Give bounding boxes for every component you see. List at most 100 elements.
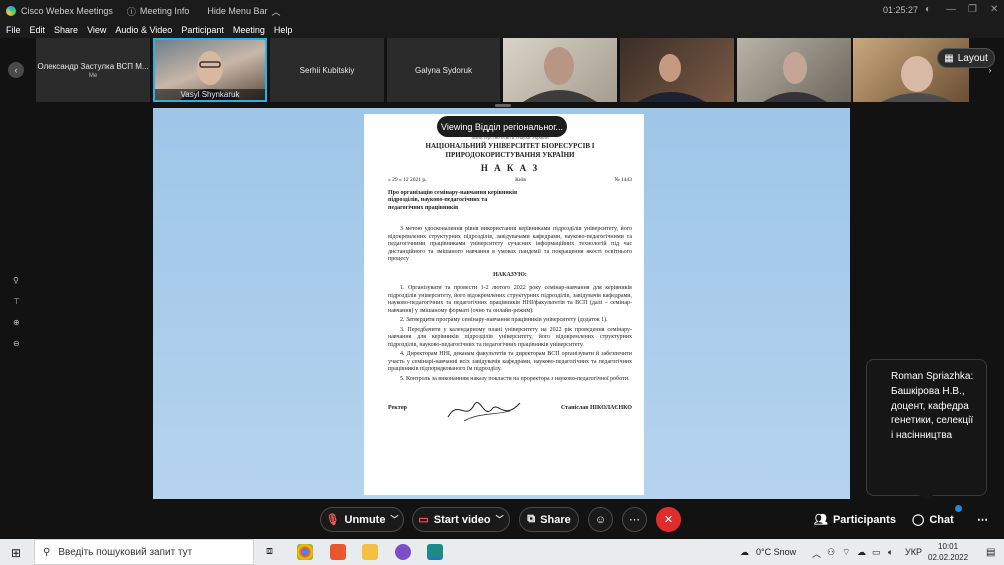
webex-logo-icon bbox=[6, 6, 16, 16]
participant-tile-self[interactable]: Олександр Застулка ВСП М... Me bbox=[36, 38, 150, 102]
doc-meta-row: « 29 » 12 2021 р. Київ № 1443 bbox=[388, 177, 632, 184]
mic-muted-icon: 🎙︎ bbox=[325, 514, 340, 526]
share-button[interactable]: ⧉ Share bbox=[519, 507, 579, 532]
file-explorer-icon[interactable] bbox=[362, 544, 378, 560]
chevron-up-icon[interactable]: ︿ bbox=[812, 547, 821, 560]
maximize-button[interactable]: ❐ bbox=[968, 4, 977, 15]
search-placeholder: Введіть пошуковий запит тут bbox=[58, 546, 193, 558]
unmute-button[interactable]: 🎙︎ Unmute ﹀ bbox=[320, 507, 404, 532]
participants-panel-button[interactable]: 👥︎ Participants bbox=[814, 513, 896, 527]
participant-video-tile[interactable] bbox=[503, 38, 617, 102]
chat-label: Chat bbox=[929, 513, 954, 526]
participant-me-label: Me bbox=[88, 72, 98, 79]
chevron-down-icon: ﹀ bbox=[390, 515, 399, 524]
doc-university-line2: ПРИРОДОКОРИСТУВАННЯ УКРАЇНИ bbox=[445, 151, 575, 159]
menu-file[interactable]: File bbox=[6, 25, 21, 35]
viewing-share-label[interactable]: Viewing Відділ регіональног... bbox=[437, 116, 567, 137]
start-video-button[interactable]: ▭ Start video ﹀ bbox=[412, 507, 510, 532]
doc-order-title: Н А К А З bbox=[480, 162, 540, 173]
chat-unread-badge bbox=[955, 505, 962, 512]
chevron-down-icon: ﹀ bbox=[495, 515, 504, 524]
language-indicator[interactable]: УКР bbox=[905, 547, 922, 557]
close-button[interactable]: ✕ bbox=[990, 4, 998, 15]
close-icon: ✕ bbox=[663, 514, 674, 526]
participant-video-tile[interactable] bbox=[620, 38, 734, 102]
stamp-icon[interactable]: ⊤ bbox=[13, 297, 20, 306]
leave-meeting-button[interactable]: ✕ bbox=[656, 507, 681, 532]
clock-time: 10:01 bbox=[938, 542, 959, 551]
status-icon[interactable]: ◐ bbox=[925, 4, 931, 15]
doc-intro: З метою удосконалення рівня використання… bbox=[388, 226, 632, 263]
participant-tile[interactable]: Galyna Sydoruk bbox=[387, 38, 500, 102]
doc-date: « 29 » 12 2021 р. bbox=[388, 177, 427, 183]
title-bar: Cisco Webex Meetings ⓘ Meeting Info Hide… bbox=[0, 0, 1004, 22]
doc-item-4: 4. Директорам ННІ, деканам факультетів т… bbox=[388, 351, 632, 373]
participant-tile[interactable]: Serhii Kubitskiy bbox=[270, 38, 384, 102]
taskbar-search-box[interactable]: ⚲ Введіть пошуковий запит тут bbox=[34, 539, 254, 565]
participant-tile-active-speaker[interactable]: Vasyl Shynkaruk bbox=[153, 38, 267, 102]
hide-menu-bar-label: Hide Menu Bar bbox=[207, 6, 268, 16]
windows-start-icon[interactable]: ⊞ bbox=[11, 546, 21, 560]
menu-share[interactable]: Share bbox=[54, 25, 78, 35]
more-options-button[interactable]: ⋯ bbox=[622, 507, 647, 532]
meeting-info-label: Meeting Info bbox=[139, 6, 190, 16]
windows-taskbar: ⊞ ⚲ Введіть пошуковий запит тут ⧈ ☁ 0°C … bbox=[0, 539, 1004, 565]
strip-resize-handle[interactable] bbox=[495, 104, 511, 107]
chevron-up-icon: ︿ bbox=[271, 6, 281, 17]
weather-text[interactable]: 0°C Snow bbox=[756, 547, 796, 557]
chat-panel-button[interactable]: ◯ Chat bbox=[912, 513, 954, 527]
meeting-info-button[interactable]: ⓘ Meeting Info bbox=[127, 5, 190, 18]
webex-taskbar-icon[interactable] bbox=[427, 544, 443, 560]
start-video-label: Start video bbox=[433, 513, 491, 526]
notifications-icon[interactable]: ▤ bbox=[986, 547, 995, 558]
minimize-button[interactable]: — bbox=[946, 4, 956, 15]
menu-meeting[interactable]: Meeting bbox=[233, 25, 265, 35]
taskbar-clock[interactable]: 10:01 02.02.2022 bbox=[928, 541, 968, 563]
signature-icon bbox=[447, 402, 521, 422]
doc-item-2: 2. Затвердити програму семінару-навчання… bbox=[400, 317, 608, 324]
video-off-icon: ▭ bbox=[418, 514, 429, 526]
app-icon[interactable] bbox=[330, 544, 346, 560]
chat-notification-popup[interactable]: Roman Spriazhka: Башкірова Н.В., доцент,… bbox=[866, 359, 987, 502]
ellipsis-icon: ⋯ bbox=[629, 514, 640, 526]
info-icon: ⓘ bbox=[126, 6, 136, 17]
participant-video-tile[interactable] bbox=[737, 38, 851, 102]
viber-icon[interactable] bbox=[395, 544, 411, 560]
participant-name: Олександр Застулка ВСП М... bbox=[37, 61, 149, 71]
meeting-timer: 01:25:27 bbox=[883, 5, 919, 15]
panel-options-button[interactable]: ⋯ bbox=[977, 513, 988, 526]
pointer-icon[interactable]: ⚲ bbox=[13, 276, 20, 285]
volume-icon[interactable]: 🔈︎ bbox=[888, 547, 893, 558]
people-icon[interactable]: ⚇ bbox=[827, 547, 835, 558]
menu-edit[interactable]: Edit bbox=[30, 25, 46, 35]
strip-next-button[interactable]: › bbox=[982, 62, 998, 78]
menu-help[interactable]: Help bbox=[274, 25, 293, 35]
reactions-button[interactable]: ☺ bbox=[588, 507, 613, 532]
shared-document: Міністерство освіти і науки України НАЦІ… bbox=[364, 114, 644, 495]
zoom-out-icon[interactable]: ⊖ bbox=[13, 339, 20, 348]
doc-item-3: 3. Передбачити у календарному плані унів… bbox=[388, 326, 632, 348]
meeting-controls-bar: 🎙︎ Unmute ﹀ ▭ Start video ﹀ ⧉ Share ☺ ⋯ … bbox=[0, 499, 1004, 539]
participant-name: Vasyl Shynkaruk bbox=[155, 89, 265, 100]
strip-prev-button[interactable]: ‹ bbox=[8, 62, 24, 78]
battery-icon[interactable]: ▭ bbox=[872, 547, 881, 558]
doc-university-line1: НАЦІОНАЛЬНИЙ УНІВЕРСИТЕТ БІОРЕСУРСІВ І bbox=[425, 142, 595, 151]
menu-audio-video[interactable]: Audio & Video bbox=[115, 25, 172, 35]
participants-icon: 👥︎ bbox=[814, 514, 828, 526]
share-screen-icon: ⧉ bbox=[527, 513, 536, 525]
zoom-in-icon[interactable]: ⊕ bbox=[13, 318, 20, 327]
participants-label: Participants bbox=[832, 513, 896, 526]
share-label: Share bbox=[540, 513, 571, 526]
menu-view[interactable]: View bbox=[87, 25, 106, 35]
task-view-icon[interactable]: ⧈ bbox=[266, 545, 273, 558]
onedrive-icon[interactable]: ☁ bbox=[857, 547, 866, 558]
participant-video-icon bbox=[523, 47, 597, 102]
video-strip: ‹ Олександр Застулка ВСП М... Me Vasyl S… bbox=[0, 38, 1004, 104]
menu-participant[interactable]: Participant bbox=[181, 25, 224, 35]
doc-order-word: НАКАЗУЮ: bbox=[493, 271, 527, 278]
doc-number: № 1443 bbox=[614, 177, 632, 183]
network-icon[interactable]: ⌔ bbox=[842, 547, 850, 558]
hide-menu-bar-button[interactable]: Hide Menu Bar ︿ bbox=[207, 5, 280, 18]
chrome-icon[interactable] bbox=[297, 544, 313, 560]
ellipsis-icon: ⋯ bbox=[977, 514, 988, 526]
